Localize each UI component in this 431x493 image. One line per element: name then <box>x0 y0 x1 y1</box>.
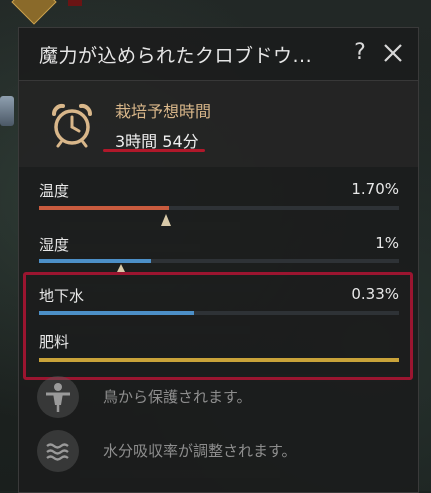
temperature-label: 温度 <box>39 182 70 200</box>
effect-bird-protection: 鳥から保護されます。 <box>37 376 407 420</box>
water-absorption-icon <box>37 430 79 472</box>
crop-info-dialog: 魔力が込められたクロブドウ... ? 栽培予想時間 3時間 54分 温度 1.7… <box>18 27 419 493</box>
dialog-title: 魔力が込められたクロブドウ... <box>39 45 313 67</box>
groundwater-bar <box>39 311 399 315</box>
fertilizer-bar <box>39 358 399 362</box>
temperature-bar-fill <box>39 206 169 210</box>
temperature-value: 1.70% <box>351 180 399 198</box>
temperature-bar <box>39 206 399 210</box>
groundwater-value: 0.33% <box>351 285 399 303</box>
close-icon[interactable] <box>380 40 406 66</box>
humidity-bar <box>39 259 399 263</box>
growth-time-label: 栽培予想時間 <box>115 102 212 121</box>
humidity-bar-fill <box>39 259 151 263</box>
fertilizer-bar-fill <box>39 358 399 362</box>
groundwater-label: 地下水 <box>39 287 85 305</box>
humidity-label: 湿度 <box>39 236 70 254</box>
growth-time-underline <box>103 149 205 152</box>
effect-water-absorption-text: 水分吸収率が調整されます。 <box>103 442 297 460</box>
scarecrow-icon <box>37 376 79 418</box>
growth-time-section: 栽培予想時間 3時間 54分 <box>19 81 418 167</box>
groundwater-bar-fill <box>39 311 194 315</box>
background-indicator <box>68 0 82 6</box>
fertilizer-label: 肥料 <box>39 333 70 351</box>
humidity-value: 1% <box>375 234 399 252</box>
temperature-marker <box>161 214 171 226</box>
background-character <box>0 96 14 126</box>
effect-bird-protection-text: 鳥から保護されます。 <box>103 388 252 406</box>
alarm-clock-icon <box>51 103 93 148</box>
help-button[interactable]: ? <box>349 40 371 66</box>
dialog-title-bar[interactable]: 魔力が込められたクロブドウ... ? <box>19 28 418 81</box>
effect-water-absorption: 水分吸収率が調整されます。 <box>37 430 407 474</box>
